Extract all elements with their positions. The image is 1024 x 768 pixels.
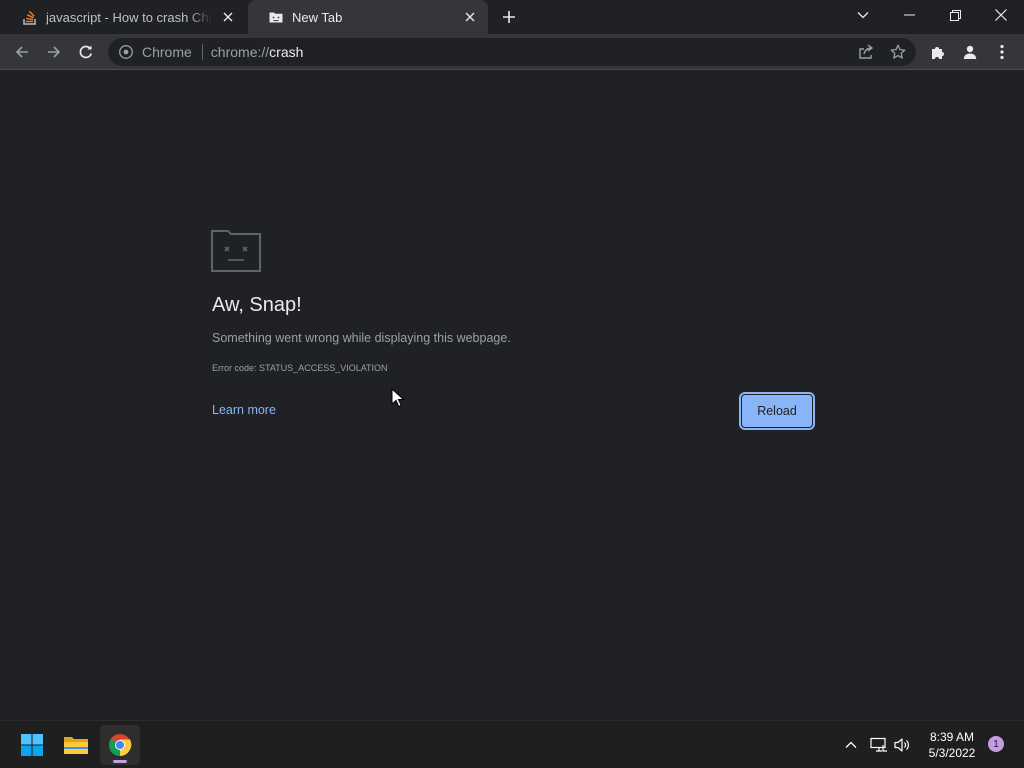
restore-icon bbox=[949, 9, 961, 21]
chrome-logo-icon bbox=[118, 44, 134, 60]
close-tab-icon[interactable] bbox=[218, 7, 238, 27]
browser-toolbar: Chrome chrome://crash bbox=[0, 34, 1024, 70]
site-chip-label: Chrome bbox=[142, 44, 192, 60]
close-icon bbox=[995, 9, 1007, 21]
network-button[interactable] bbox=[869, 735, 889, 755]
learn-more-link[interactable]: Learn more bbox=[212, 403, 276, 417]
error-code: Error code: STATUS_ACCESS_VIOLATION bbox=[212, 363, 388, 373]
clock-date: 5/3/2022 bbox=[928, 746, 976, 760]
stackoverflow-icon bbox=[22, 9, 38, 25]
url-scheme: chrome:// bbox=[210, 44, 270, 60]
arrow-right-icon bbox=[48, 46, 61, 58]
bookmark-star-icon[interactable] bbox=[890, 44, 906, 60]
file-explorer-button[interactable] bbox=[56, 725, 96, 765]
reload-toolbar-button[interactable] bbox=[72, 38, 100, 66]
omnibox-separator bbox=[201, 44, 203, 60]
mouse-cursor-icon bbox=[391, 388, 405, 408]
tab-title: javascript - How to crash Chrome bbox=[46, 9, 212, 25]
notification-badge[interactable]: 1 bbox=[988, 736, 1004, 752]
network-icon bbox=[870, 737, 887, 752]
error-message: Something went wrong while displaying th… bbox=[212, 331, 511, 345]
close-tab-icon[interactable] bbox=[460, 7, 480, 27]
sad-tab-icon bbox=[211, 230, 261, 272]
sad-tab-favicon-icon bbox=[268, 9, 284, 25]
chrome-icon bbox=[109, 734, 132, 756]
url-host: crash bbox=[269, 44, 304, 60]
address-bar[interactable]: Chrome chrome://crash bbox=[108, 38, 916, 66]
running-indicator bbox=[113, 760, 127, 763]
chrome-taskbar-button[interactable] bbox=[100, 725, 140, 765]
puzzle-icon bbox=[932, 47, 944, 59]
clock-time: 8:39 AM bbox=[929, 730, 975, 744]
close-window-button[interactable] bbox=[978, 0, 1024, 30]
chevron-down-icon bbox=[857, 12, 869, 19]
minimize-icon bbox=[903, 14, 915, 16]
profile-button[interactable] bbox=[956, 38, 984, 66]
person-icon bbox=[963, 45, 977, 59]
tab-new-tab[interactable]: New Tab bbox=[248, 0, 488, 34]
tab-stackoverflow[interactable]: javascript - How to crash Chrome bbox=[2, 0, 246, 34]
show-hidden-icons-button[interactable] bbox=[841, 735, 861, 755]
back-button[interactable] bbox=[8, 38, 36, 66]
extensions-button[interactable] bbox=[924, 38, 952, 66]
chevron-up-icon bbox=[845, 741, 857, 748]
reload-button[interactable]: Reload bbox=[741, 394, 813, 428]
tab-title: New Tab bbox=[292, 9, 343, 25]
clock[interactable]: 8:39 AM 5/3/2022 bbox=[922, 729, 982, 761]
start-button[interactable] bbox=[12, 725, 52, 765]
plus-icon bbox=[503, 11, 515, 23]
volume-button[interactable] bbox=[893, 735, 913, 755]
windows-start-icon bbox=[21, 734, 43, 756]
tab-search-button[interactable] bbox=[840, 0, 886, 30]
share-icon[interactable] bbox=[858, 44, 874, 60]
error-heading: Aw, Snap! bbox=[212, 294, 302, 316]
arrow-left-icon bbox=[15, 46, 28, 58]
refresh-icon bbox=[79, 45, 93, 59]
taskbar: 8:39 AM 5/3/2022 1 bbox=[0, 720, 1024, 768]
menu-button[interactable] bbox=[988, 38, 1016, 66]
minimize-button[interactable] bbox=[886, 0, 932, 30]
tab-strip: javascript - How to crash Chrome New Tab bbox=[0, 0, 1024, 34]
forward-button[interactable] bbox=[40, 38, 68, 66]
new-tab-button[interactable] bbox=[497, 6, 521, 28]
speaker-icon bbox=[894, 738, 909, 752]
crash-page: Aw, Snap! Something went wrong while dis… bbox=[0, 71, 1024, 719]
kebab-menu-icon bbox=[1000, 44, 1004, 60]
file-explorer-icon bbox=[64, 737, 88, 754]
restore-button[interactable] bbox=[932, 0, 978, 30]
